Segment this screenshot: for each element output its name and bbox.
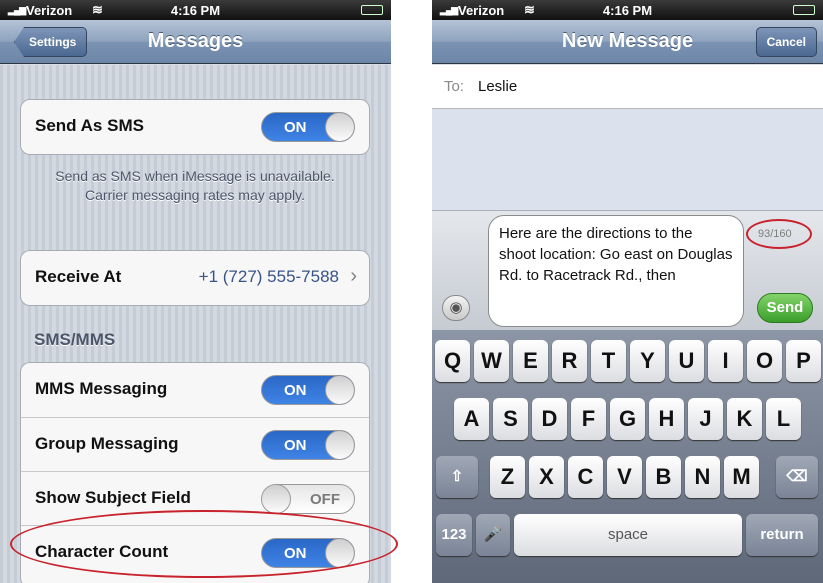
key-v[interactable]: V	[607, 456, 642, 498]
message-input[interactable]: Here are the directions to the shoot loc…	[488, 215, 744, 327]
key-g[interactable]: G	[610, 398, 645, 440]
key-k[interactable]: K	[727, 398, 762, 440]
battery-icon	[793, 5, 815, 15]
settings-back-button[interactable]: Settings	[14, 27, 88, 57]
key-d[interactable]: D	[532, 398, 567, 440]
key-n[interactable]: N	[685, 456, 720, 498]
key-l[interactable]: L	[766, 398, 801, 440]
status-bar: ▂▄▆ Verizon ≋ 4:16 PM	[0, 0, 391, 20]
new-message-screen: ▂▄▆ Verizon ≋ 4:16 PM New Message Cancel…	[432, 0, 823, 583]
send-as-sms-label: Send As SMS	[35, 116, 144, 135]
counter-highlight-ellipse	[746, 219, 812, 249]
show-subject-label: Show Subject Field	[35, 488, 191, 507]
key-c[interactable]: C	[568, 456, 603, 498]
show-subject-row: Show Subject Field OFF	[21, 471, 369, 525]
space-key[interactable]: space	[514, 514, 742, 556]
return-key[interactable]: return	[746, 514, 818, 556]
sms-mms-group: MMS Messaging ON Group Messaging ON Show…	[20, 362, 370, 583]
send-as-sms-row: Send As SMS ON	[21, 100, 369, 154]
battery-icon	[361, 5, 383, 15]
numbers-key[interactable]: 123	[436, 514, 472, 556]
keyboard: QWERTYUIOP ASDFGHJKL ⇧ ⌫ ZXCVBNM 123 🎤 s…	[432, 330, 823, 583]
mms-messaging-label: MMS Messaging	[35, 379, 168, 398]
key-x[interactable]: X	[529, 456, 564, 498]
shift-key[interactable]: ⇧	[436, 456, 478, 498]
compose-bar: ◉ Here are the directions to the shoot l…	[432, 210, 823, 330]
mms-messaging-toggle[interactable]: ON	[261, 375, 355, 405]
receive-at-group: Receive At +1 (727) 555-7588 ›	[20, 250, 370, 306]
key-y[interactable]: Y	[630, 340, 665, 382]
group-messaging-row: Group Messaging ON	[21, 417, 369, 471]
keyboard-row-2: ASDFGHJKL	[432, 398, 823, 444]
character-count-label: Character Count	[35, 542, 169, 561]
key-h[interactable]: H	[649, 398, 684, 440]
delete-key[interactable]: ⌫	[776, 456, 818, 498]
key-r[interactable]: R	[552, 340, 587, 382]
settings-screen: ▂▄▆ Verizon ≋ 4:16 PM Messages Settings …	[0, 0, 391, 583]
key-z[interactable]: Z	[490, 456, 525, 498]
key-e[interactable]: E	[513, 340, 548, 382]
key-p[interactable]: P	[786, 340, 821, 382]
send-button[interactable]: Send	[757, 293, 813, 323]
character-count-row: Character Count ON	[21, 525, 369, 579]
key-f[interactable]: F	[571, 398, 606, 440]
send-as-sms-group: Send As SMS ON	[20, 99, 370, 155]
keyboard-row-1: QWERTYUIOP	[432, 340, 823, 386]
to-field[interactable]: To: Leslie	[432, 65, 823, 109]
group-messaging-toggle[interactable]: ON	[261, 430, 355, 460]
keyboard-row-4: 123 🎤 space return	[432, 514, 823, 560]
to-label: To:	[444, 78, 465, 95]
cancel-button[interactable]: Cancel	[755, 27, 817, 57]
key-t[interactable]: T	[591, 340, 626, 382]
key-q[interactable]: Q	[435, 340, 470, 382]
key-b[interactable]: B	[646, 456, 681, 498]
chevron-right-icon: ›	[350, 265, 357, 287]
status-bar: ▂▄▆ Verizon ≋ 4:16 PM	[432, 0, 823, 20]
receive-at-label: Receive At	[35, 267, 122, 286]
key-m[interactable]: M	[724, 456, 759, 498]
key-o[interactable]: O	[747, 340, 782, 382]
character-count-toggle[interactable]: ON	[261, 538, 355, 568]
mms-messaging-row: MMS Messaging ON	[21, 363, 369, 417]
clock: 4:16 PM	[170, 3, 221, 18]
key-j[interactable]: J	[688, 398, 723, 440]
group-messaging-label: Group Messaging	[35, 434, 179, 453]
key-u[interactable]: U	[669, 340, 704, 382]
receive-at-row[interactable]: Receive At +1 (727) 555-7588 ›	[21, 251, 369, 305]
microphone-icon[interactable]: 🎤	[476, 514, 510, 556]
send-as-sms-toggle[interactable]: ON	[261, 112, 355, 142]
key-s[interactable]: S	[493, 398, 528, 440]
section-header: SMS/MMS	[34, 330, 116, 349]
recipient: Leslie	[478, 78, 518, 95]
key-w[interactable]: W	[474, 340, 509, 382]
message-thread	[432, 110, 823, 210]
keyboard-row-3: ⇧ ⌫ ZXCVBNM	[432, 456, 823, 502]
clock: 4:16 PM	[602, 3, 653, 18]
camera-icon[interactable]: ◉	[442, 295, 470, 321]
key-a[interactable]: A	[454, 398, 489, 440]
receive-at-value: +1 (727) 555-7588	[198, 267, 339, 286]
key-i[interactable]: I	[708, 340, 743, 382]
sms-note: Send as SMS when iMessage is unavailable…	[55, 168, 335, 203]
show-subject-toggle[interactable]: OFF	[261, 484, 355, 514]
